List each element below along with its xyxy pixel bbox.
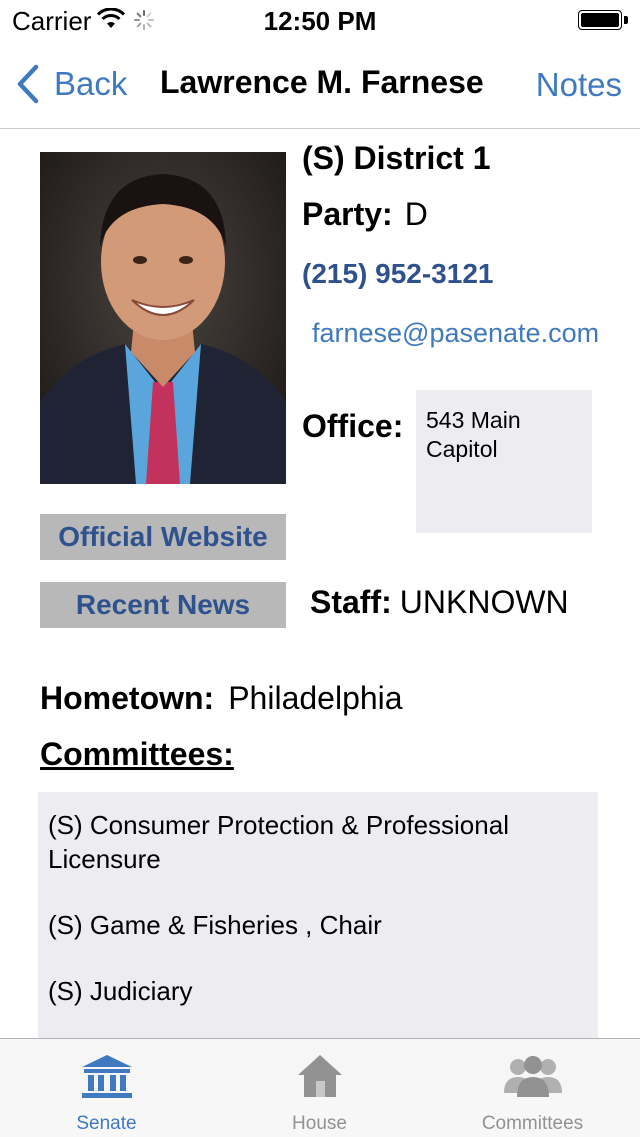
status-bar: Carrier 12:50 PM <box>0 0 640 40</box>
tab-senate[interactable]: Senate <box>0 1039 213 1137</box>
hometown-value: Philadelphia <box>228 680 403 716</box>
senate-building-icon <box>80 1053 134 1104</box>
district-label: (S) District 1 <box>302 140 491 176</box>
committees-heading: Committees: <box>40 736 234 772</box>
back-button[interactable]: Back <box>16 62 127 106</box>
status-time: 12:50 PM <box>263 6 377 36</box>
page-title: Lawrence M. Farnese <box>160 64 484 100</box>
house-icon <box>296 1053 344 1104</box>
recent-news-button[interactable]: Recent News <box>40 582 286 628</box>
committee-item: (S) Judiciary <box>48 976 193 1006</box>
tab-senate-label: Senate <box>76 1113 137 1134</box>
office-address-line1: 543 Main <box>426 407 521 433</box>
committees-people-icon <box>500 1053 566 1104</box>
hometown-label: Hometown: <box>40 680 215 716</box>
navigation-bar: Back Lawrence M. Farnese Notes <box>0 40 640 129</box>
tab-committees-label: Committees <box>481 1113 584 1134</box>
committee-item: (S) Game & Fisheries , Chair <box>48 910 382 940</box>
party-value: D <box>404 196 428 232</box>
office-address-line2: Capitol <box>426 436 498 462</box>
party-row: Party: D <box>302 196 428 233</box>
chevron-left-icon <box>17 64 39 104</box>
staff-row: Staff: UNKNOWN <box>310 584 569 621</box>
staff-label: Staff: <box>310 584 392 620</box>
office-address-box: 543 Main Capitol <box>416 390 592 533</box>
hometown-row: Hometown: Philadelphia <box>40 680 403 717</box>
legislator-photo <box>40 152 286 484</box>
tab-bar: Senate House Committees <box>0 1038 640 1137</box>
phone-link[interactable]: (215) 952-3121 <box>302 258 493 290</box>
party-label: Party: <box>302 196 393 232</box>
battery-icon <box>578 10 628 32</box>
official-website-button[interactable]: Official Website <box>40 514 286 560</box>
tab-house[interactable]: House <box>213 1039 426 1137</box>
office-label: Office: <box>302 408 404 444</box>
notes-button[interactable]: Notes <box>536 66 622 104</box>
tab-committees[interactable]: Committees <box>426 1039 639 1137</box>
staff-value: UNKNOWN <box>399 584 569 620</box>
back-label: Back <box>54 65 128 102</box>
email-link[interactable]: farnese@pasenate.com <box>312 318 599 349</box>
committee-item: (S) Consumer Protection & Professional L… <box>48 810 509 874</box>
tab-house-label: House <box>292 1113 347 1134</box>
